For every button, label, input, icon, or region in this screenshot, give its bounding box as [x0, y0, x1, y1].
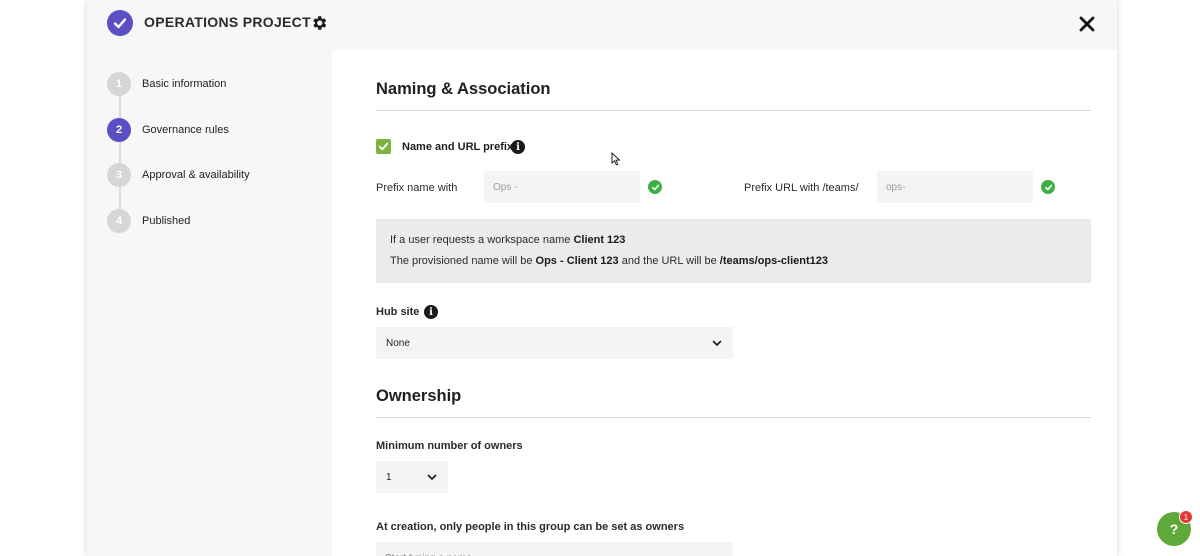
hub-site-label: Hub site	[376, 306, 420, 318]
step-published[interactable]: 4 Published	[107, 209, 190, 233]
prefix-name-input[interactable]	[484, 171, 640, 203]
step-approval-availability[interactable]: 3 Approval & availability	[107, 163, 250, 187]
prefix-name-label: Prefix name with	[376, 182, 458, 194]
gear-icon[interactable]	[310, 14, 328, 32]
notification-badge: 1	[1179, 510, 1193, 524]
owners-group-label: At creation, only people in this group c…	[376, 521, 685, 533]
name-url-prefix-checkbox[interactable]	[376, 139, 391, 154]
ownership-section-title: Ownership	[376, 387, 462, 405]
close-icon[interactable]	[1078, 15, 1096, 33]
project-check-icon	[107, 10, 133, 36]
min-owners-value: 1	[386, 471, 392, 483]
preview-line-2: The provisioned name will be Ops - Clien…	[390, 255, 828, 267]
chevron-down-icon	[712, 340, 722, 346]
naming-preview-box: If a user requests a workspace name Clie…	[376, 219, 1091, 283]
modal-header: OPERATIONS PROJECT	[87, 0, 1117, 50]
section-divider	[376, 417, 1091, 418]
min-owners-label: Minimum number of owners	[376, 440, 523, 452]
prefix-url-label: Prefix URL with /teams/	[744, 182, 859, 194]
preview-provisioned-name: Ops - Client 123	[535, 255, 619, 267]
mouse-pointer-icon	[611, 152, 621, 166]
preview-workspace-name: Client 123	[573, 234, 626, 246]
valid-check-icon	[1041, 180, 1055, 194]
step-number: 4	[107, 209, 131, 233]
governance-content: Naming & Association Name and URL prefix…	[332, 50, 1117, 556]
step-governance-rules[interactable]: 2 Governance rules	[107, 118, 229, 142]
owners-group-input[interactable]	[376, 542, 733, 556]
naming-section-title: Naming & Association	[376, 80, 551, 98]
steps-connector	[119, 95, 121, 225]
info-icon[interactable]: i	[511, 140, 525, 154]
step-number: 1	[107, 72, 131, 96]
hub-site-select[interactable]: None	[376, 327, 733, 359]
step-basic-information[interactable]: 1 Basic information	[107, 72, 226, 96]
step-label: Published	[142, 215, 191, 227]
step-label: Approval & availability	[142, 169, 250, 181]
step-label: Governance rules	[142, 124, 229, 136]
name-url-prefix-label: Name and URL prefix	[402, 141, 514, 153]
preview-text: and the URL will be	[621, 255, 717, 267]
preview-line-1: If a user requests a workspace name Clie…	[390, 234, 625, 246]
project-settings-modal: OPERATIONS PROJECT 1 Basic information 2…	[87, 0, 1117, 556]
step-label: Basic information	[142, 78, 227, 90]
preview-text: The provisioned name will be	[390, 255, 533, 267]
hub-site-value: None	[386, 337, 410, 349]
min-owners-select[interactable]: 1	[376, 461, 448, 493]
preview-text: If a user requests a workspace name	[390, 234, 571, 246]
step-number: 3	[107, 163, 131, 187]
chevron-down-icon	[427, 474, 437, 480]
info-icon[interactable]: i	[424, 305, 438, 319]
steps-sidebar: 1 Basic information 2 Governance rules 3…	[87, 50, 332, 556]
prefix-url-input[interactable]	[877, 171, 1033, 203]
preview-url: /teams/ops-client123	[719, 255, 828, 267]
section-divider	[376, 110, 1091, 111]
step-number: 2	[107, 118, 131, 142]
valid-check-icon	[648, 180, 662, 194]
project-title: OPERATIONS PROJECT	[144, 14, 311, 30]
